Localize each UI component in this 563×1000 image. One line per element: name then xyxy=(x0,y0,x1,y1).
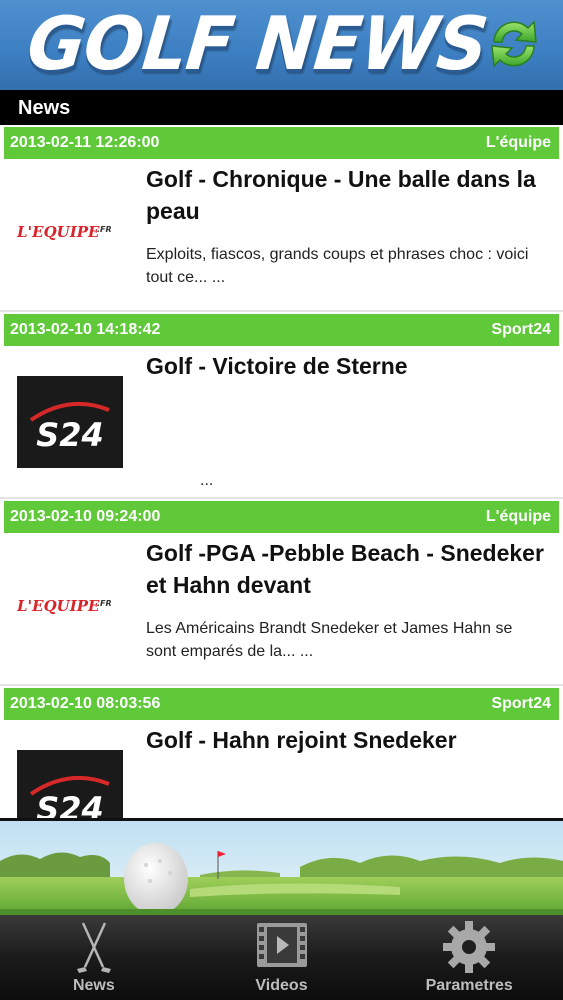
s24-logo: S24 xyxy=(17,750,123,818)
news-source: Sport24 xyxy=(491,321,551,338)
news-title[interactable]: Golf -PGA -Pebble Beach - Snedeker et Ha… xyxy=(146,537,546,601)
lequipe-logo: L'EQUIPE .FR xyxy=(17,223,112,241)
news-item-header: 2013-02-10 14:18:42 Sport24 xyxy=(4,314,559,346)
news-summary: Les Américains Brandt Snedeker et James … xyxy=(146,620,513,660)
news-date: 2013-02-10 08:03:56 xyxy=(10,695,161,712)
svg-text:S24: S24 xyxy=(36,790,104,818)
news-date: 2013-02-11 12:26:00 xyxy=(10,134,160,151)
svg-text:S24: S24 xyxy=(36,416,104,454)
news-source: L'équipe xyxy=(485,134,551,151)
news-title[interactable]: Golf - Victoire de Sterne xyxy=(146,350,546,382)
news-feed[interactable]: 2013-02-11 12:26:00 L'équipe L'EQUIPE .F… xyxy=(0,125,563,818)
news-source: L'équipe xyxy=(485,508,551,525)
app-logo: GOLF NEWS xyxy=(23,0,492,88)
news-item[interactable]: 2013-02-10 14:18:42 Sport24 S24 Golf - V… xyxy=(0,314,563,499)
tab-label: Parametres xyxy=(425,977,513,994)
news-item-header: 2013-02-10 08:03:56 Sport24 xyxy=(4,688,559,720)
tab-parametres[interactable]: Parametres xyxy=(375,915,563,1000)
film-icon xyxy=(256,923,307,967)
news-item-header: 2013-02-11 12:26:00 L'équipe xyxy=(4,127,559,159)
news-title[interactable]: Golf - Chronique - Une balle dans la pea… xyxy=(146,163,546,227)
tab-videos[interactable]: Videos xyxy=(188,915,376,1000)
app-header: GOLF NEWS xyxy=(0,0,563,90)
news-item-header: 2013-02-10 09:24:00 L'équipe xyxy=(4,501,559,533)
news-item[interactable]: 2013-02-11 12:26:00 L'équipe L'EQUIPE .F… xyxy=(0,127,563,312)
news-summary: Exploits, fiascos, grands coups et phras… xyxy=(146,246,529,286)
svg-text:.FR: .FR xyxy=(97,599,112,608)
refresh-icon[interactable] xyxy=(484,14,544,74)
news-date: 2013-02-10 09:24:00 xyxy=(10,508,161,525)
news-item[interactable]: 2013-02-10 09:24:00 L'équipe L'EQUIPE .F… xyxy=(0,501,563,686)
news-source: Sport24 xyxy=(491,695,551,712)
s24-logo: S24 xyxy=(17,376,123,468)
tab-news[interactable]: News xyxy=(0,915,188,1000)
tab-label: Videos xyxy=(255,977,308,994)
news-date: 2013-02-10 14:18:42 xyxy=(10,321,161,338)
news-title[interactable]: Golf - Hahn rejoint Snedeker xyxy=(146,724,546,756)
svg-text:L'EQUIPE: L'EQUIPE xyxy=(17,223,100,241)
news-item[interactable]: 2013-02-10 08:03:56 Sport24 S24 Golf - H… xyxy=(0,688,563,818)
gear-icon xyxy=(443,921,496,973)
lequipe-logo: L'EQUIPE .FR xyxy=(17,597,112,615)
golf-clubs-icon xyxy=(76,922,111,973)
tab-bar: News Videos Parametres xyxy=(0,915,563,1000)
news-summary: ... xyxy=(200,472,214,489)
section-title: News xyxy=(0,90,563,125)
golf-course-banner xyxy=(0,818,563,915)
svg-text:.FR: .FR xyxy=(97,225,112,234)
tab-label: News xyxy=(72,977,115,994)
svg-text:L'EQUIPE: L'EQUIPE xyxy=(17,597,100,615)
